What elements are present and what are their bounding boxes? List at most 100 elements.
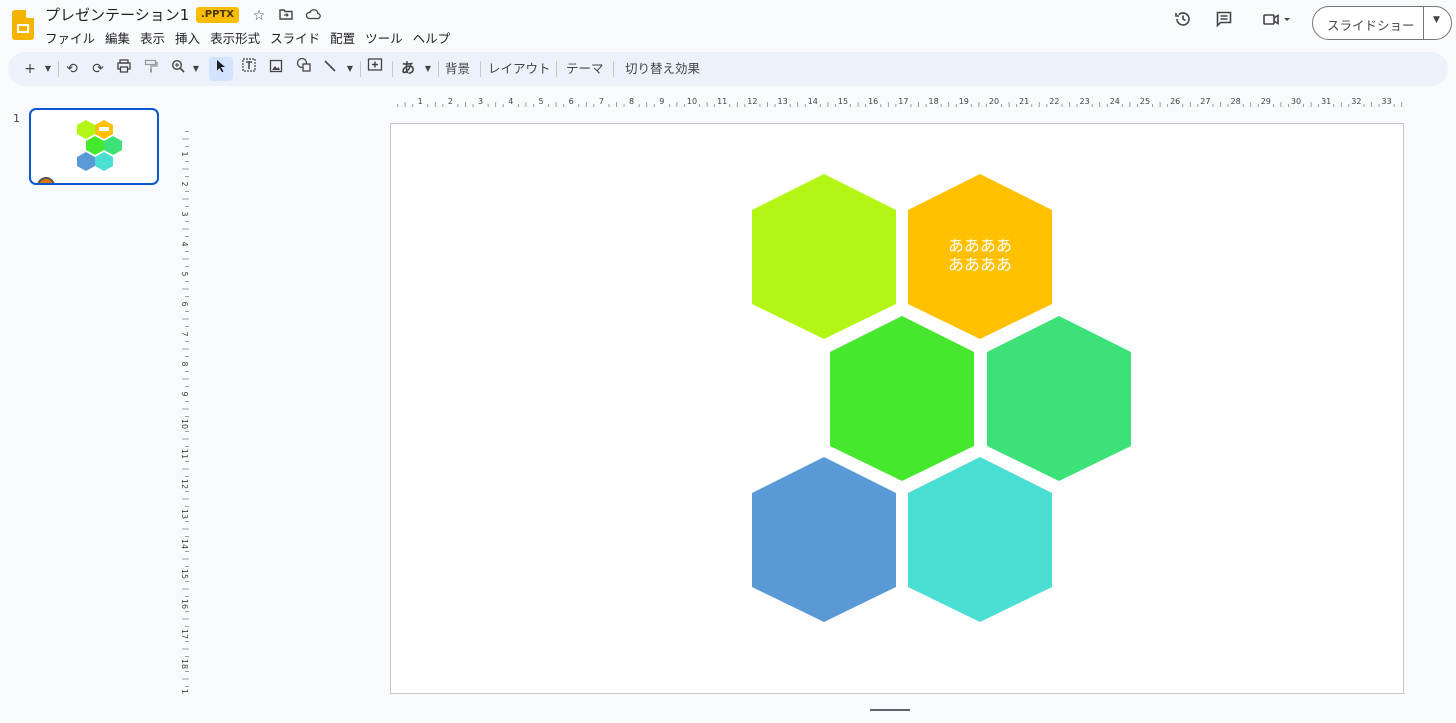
slide-thumbnail[interactable]: [29, 108, 159, 185]
ruler-label: 19: [180, 689, 189, 694]
line-dropdown-icon[interactable]: ▼: [340, 57, 360, 81]
file-format-badge: .PPTX: [196, 7, 239, 23]
select-tool-icon[interactable]: [209, 57, 233, 81]
ruler-label: 16: [868, 97, 878, 106]
thumb-hex-blue: [77, 152, 95, 171]
ruler-label: 31: [1321, 97, 1331, 106]
ruler-label: 33: [1382, 97, 1392, 106]
text-box-icon[interactable]: [239, 57, 259, 81]
slides-logo-icon[interactable]: [12, 10, 34, 40]
line-icon[interactable]: [320, 57, 340, 81]
zoom-icon[interactable]: [168, 57, 188, 81]
menu-file[interactable]: ファイル: [45, 28, 101, 47]
ruler-label: 7: [599, 97, 604, 106]
print-icon[interactable]: [114, 57, 134, 81]
toolbar-divider: [556, 61, 557, 77]
ruler-label: 2: [448, 97, 453, 106]
toolbar-divider: [480, 61, 481, 77]
slide-shapes: [752, 174, 1131, 622]
menu-tools[interactable]: ツール: [365, 28, 409, 47]
hexagon-text-line-2: ああああ: [947, 255, 1012, 274]
ruler-label: 12: [747, 97, 757, 106]
slideshow-divider: [1423, 7, 1424, 39]
thumb-hex-lime: [77, 120, 95, 139]
ruler-label: 12: [180, 479, 189, 489]
ruler-label: 13: [778, 97, 788, 106]
insert-comment-icon[interactable]: [365, 57, 385, 81]
ruler-label: 14: [180, 539, 189, 549]
paint-format-icon[interactable]: [141, 57, 161, 81]
speaker-notes-handle[interactable]: [870, 709, 910, 711]
hexagon-green[interactable]: [830, 316, 974, 481]
title-bar: プレゼンテーション1 .PPTX ☆ ファイル 編集 表示 挿入 表示形式 スラ…: [0, 0, 1456, 50]
ruler-label: 18: [929, 97, 939, 106]
transition-button[interactable]: 切り替え効果: [625, 57, 700, 81]
history-icon[interactable]: [1170, 10, 1196, 36]
background-button[interactable]: 背景: [445, 57, 470, 81]
ruler-label: 4: [180, 241, 189, 246]
undo-icon[interactable]: ⟲: [62, 57, 82, 81]
ruler-label: 26: [1170, 97, 1180, 106]
ruler-label: 6: [569, 97, 574, 106]
thumb-hex-teal: [95, 152, 113, 171]
cloud-status-icon[interactable]: [303, 6, 323, 26]
ruler-label: 6: [180, 301, 189, 306]
menu-format[interactable]: 表示形式: [210, 28, 266, 47]
star-icon[interactable]: ☆: [249, 6, 269, 26]
hexagon-mint[interactable]: [987, 316, 1131, 481]
document-title[interactable]: プレゼンテーション1: [45, 4, 189, 25]
menu-slide[interactable]: スライド: [270, 28, 326, 47]
toolbar-divider: [58, 61, 59, 77]
ruler-label: 14: [808, 97, 818, 106]
meet-icon[interactable]: [1258, 10, 1294, 36]
ruler-label: 7: [180, 331, 189, 336]
ruler-label: 2: [180, 181, 189, 186]
menu-arrange[interactable]: 配置: [330, 28, 361, 47]
toolbar-divider: [360, 61, 361, 77]
hexagon-teal[interactable]: [908, 457, 1052, 622]
layout-button[interactable]: レイアウト: [488, 57, 551, 81]
menu-help[interactable]: ヘルプ: [413, 28, 457, 47]
thumb-hex-text-mark: [99, 127, 109, 131]
comments-icon[interactable]: [1211, 10, 1237, 36]
ruler-label: 17: [898, 97, 908, 106]
ruler-label: 18: [180, 659, 189, 669]
redo-icon[interactable]: ⟳: [88, 57, 108, 81]
zoom-dropdown-icon[interactable]: ▼: [186, 57, 206, 81]
slideshow-button[interactable]: スライドショー ▼: [1312, 6, 1452, 40]
menu-edit[interactable]: 編集: [105, 28, 136, 47]
hexagon-text-line-1: ああああ: [947, 236, 1012, 255]
shape-icon[interactable]: [294, 57, 314, 81]
ruler-label: 4: [508, 97, 513, 106]
thumb-hex-green: [86, 136, 104, 155]
slide-number: 1: [13, 112, 20, 125]
toolbar-divider: [613, 61, 614, 77]
ruler-label: 24: [1110, 97, 1120, 106]
move-folder-icon[interactable]: [276, 6, 296, 26]
ruler-label: 13: [180, 509, 189, 519]
ruler-label: 16: [180, 599, 189, 609]
vertical-ruler[interactable]: 12345678910111213141516171819: [176, 124, 190, 694]
new-slide-dropdown-icon[interactable]: ▼: [38, 57, 58, 81]
ruler-label: 8: [629, 97, 634, 106]
ruler-label: 15: [180, 569, 189, 579]
hexagon-lime[interactable]: [752, 174, 896, 339]
input-tools-button[interactable]: あ: [398, 57, 418, 81]
slide-canvas[interactable]: ああああ ああああ: [390, 123, 1404, 694]
input-tools-dropdown-icon[interactable]: ▼: [418, 57, 438, 81]
thumbnail-preview: [77, 120, 122, 171]
ruler-label: 19: [959, 97, 969, 106]
menu-insert[interactable]: 挿入: [175, 28, 206, 47]
slideshow-dropdown-icon[interactable]: ▼: [1433, 15, 1440, 25]
new-slide-icon[interactable]: +: [20, 57, 40, 81]
ruler-label: 22: [1049, 97, 1059, 106]
ruler-label: 10: [180, 419, 189, 429]
ruler-label: 11: [717, 97, 727, 106]
image-icon[interactable]: [266, 57, 286, 81]
hexagon-blue[interactable]: [752, 457, 896, 622]
ruler-label: 28: [1231, 97, 1241, 106]
menu-view[interactable]: 表示: [140, 28, 171, 47]
horizontal-ruler[interactable]: 1 2 3 4 5 6 7 8 9 10 11 12 13 14 15 16 17 18 19 20 21 22 23 24 2…: [390, 96, 1404, 108]
hexagon-text[interactable]: ああああ ああああ: [908, 236, 1052, 274]
theme-button[interactable]: テーマ: [566, 57, 604, 81]
